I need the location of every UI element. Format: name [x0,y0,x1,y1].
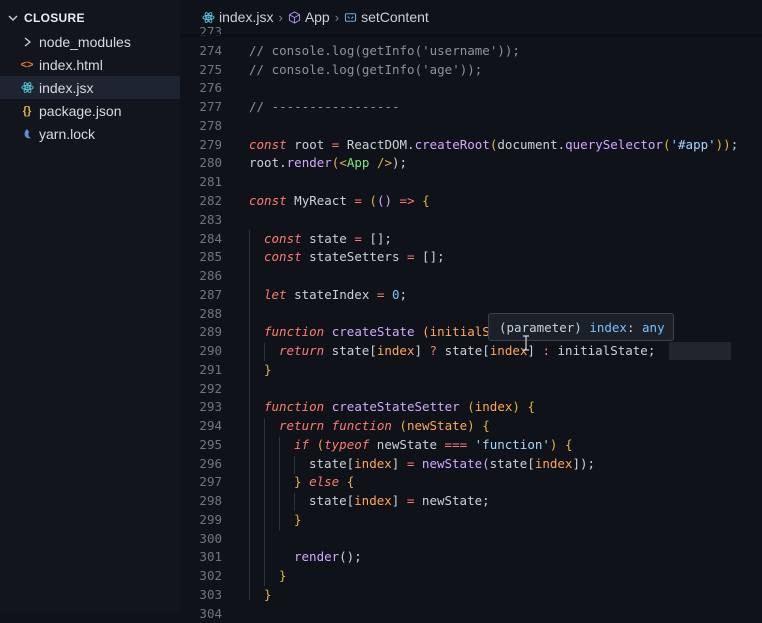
code-line: render(); [294,549,362,564]
line-number: 294 [199,418,222,433]
line-number: 300 [199,531,222,546]
line-number: 282 [199,193,222,208]
indent-guide [279,437,280,530]
line-number: 286 [199,268,222,283]
code-line: const stateSetters = []; [264,249,445,264]
line-number: 278 [199,118,222,133]
code-line: } [264,587,272,602]
line-number: 280 [199,155,222,170]
code-line: } else { [294,474,355,489]
code-line: root.render(<App />); [249,155,408,170]
tree-item-package-json[interactable]: {} package.json [0,99,180,122]
line-number: 274 [199,43,222,58]
code-line: return function (newState) { [279,418,490,433]
line-number: 277 [199,99,222,114]
line-number: 301 [199,549,222,564]
chevron-right-icon [20,36,34,47]
line-number: 303 [199,587,222,602]
react-file-icon [20,81,34,94]
line-number: 275 [199,62,222,77]
line-number: 287 [199,287,222,302]
line-number: 283 [199,212,222,227]
line-number: 296 [199,456,222,471]
explorer-sidebar: CLOSURE node_modules <> index.html index… [0,0,180,612]
explorer-folder-header[interactable]: CLOSURE [8,11,85,25]
line-number: 285 [199,249,222,264]
line-number: 299 [199,512,222,527]
tree-item-label: yarn.lock [39,125,96,142]
code-line: const state = []; [264,231,392,246]
code-line: } [264,362,272,377]
tree-item-index-html[interactable]: <> index.html [0,53,180,76]
tooltip-type: any [642,319,665,335]
line-number: 289 [199,324,222,339]
code-line: return state[index] ? state[index] : ini… [279,343,656,358]
line-number: 281 [199,174,222,189]
tooltip-kind: (parameter) [499,319,582,335]
scroll-shadow [180,34,762,40]
code-line: state[index] = newState(state[index]); [309,456,596,471]
code-line: let stateIndex = 0; [264,287,408,302]
code-line: state[index] = newState; [309,493,490,508]
html-file-icon: <> [20,58,34,71]
code-line: function createStateSetter (index) { [264,399,535,414]
yarn-file-icon [20,128,34,140]
line-number: 276 [199,80,222,95]
line-number: 304 [199,606,222,621]
indent-guide [249,230,250,600]
line-number: 298 [199,493,222,508]
code-line: // console.log(getInfo('username')); [249,43,520,58]
indent-guide [264,418,265,586]
tooltip-name: index [589,319,627,335]
tree-item-label: index.jsx [39,79,94,96]
tree-item-label: package.json [39,102,122,119]
line-number: 292 [199,381,222,396]
tree-item-yarn-lock[interactable]: yarn.lock [0,122,180,145]
code-line: } [294,512,302,527]
line-number: 279 [199,137,222,152]
line-number: 284 [199,231,222,246]
line-number: 297 [199,474,222,489]
line-number: 293 [199,399,222,414]
tree-item-label: node_modules [39,33,131,50]
line-number: 288 [199,306,222,321]
code-editor[interactable]: index.jsx › App › setContent 273 274 275… [180,0,762,621]
line-number: 290 [199,343,222,358]
code-line: } [279,568,287,583]
indent-guide [294,493,295,511]
line-number: 295 [199,437,222,452]
hover-tooltip: (parameter) index: any [488,313,674,341]
code-line: if (typeof newState === 'function') { [294,437,573,452]
tree-item-label: index.html [39,56,103,73]
code-line: const root = ReactDOM.createRoot(documen… [249,137,739,152]
indent-guide [264,343,265,361]
code-line: // console.log(getInfo('age')); [249,62,483,77]
indent-guide [294,456,295,474]
code-line: // ----------------- [249,99,400,114]
hover-word-highlight [669,342,731,360]
tooltip-sep: : [626,319,635,335]
code-line: const MyReact = (() => { [249,193,430,208]
folder-name: CLOSURE [24,11,85,25]
json-file-icon: {} [22,104,32,117]
tree-item-node-modules[interactable]: node_modules [0,30,180,53]
line-number: 302 [199,568,222,583]
text-cursor-icon [523,335,529,351]
chevron-down-icon [8,15,18,21]
line-number: 291 [199,362,222,377]
code-area[interactable]: 273 274 275 276 277 278 279 280 281 282 … [180,0,762,621]
code-line: function createState (initialS [264,324,490,339]
tree-item-index-jsx[interactable]: index.jsx [0,76,180,99]
